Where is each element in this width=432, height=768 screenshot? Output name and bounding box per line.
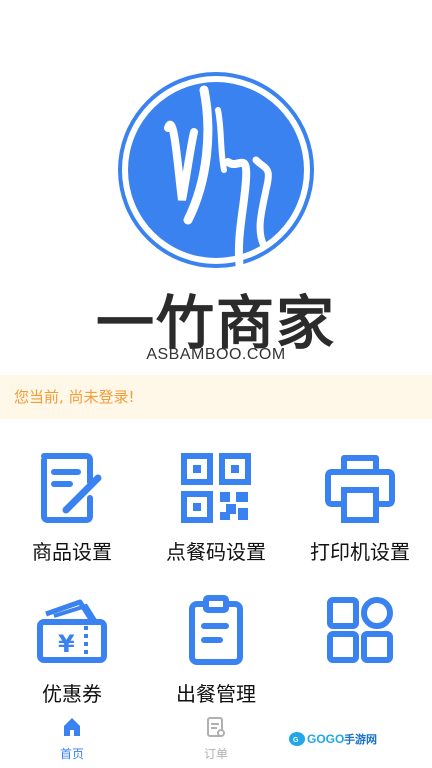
menu-label: 优惠券 (42, 682, 102, 706)
brand-domain: ASBAMBOO.COM (146, 346, 286, 363)
menu-label: 商品设置 (32, 540, 112, 564)
menu-item-order-qr-settings[interactable]: 点餐码设置 (144, 440, 288, 580)
menu-label: 打印机设置 (310, 540, 410, 564)
brand-logo-icon (118, 72, 314, 270)
order-list-icon (207, 717, 225, 737)
menu-label: 点餐码设置 (166, 540, 266, 564)
svg-text:GOGO: GOGO (307, 732, 344, 746)
edit-document-icon (41, 453, 102, 523)
menu-item-coupons[interactable]: ¥ 优惠券 (0, 582, 144, 722)
logo-area: 一竹商家 ASBAMBOO.COM (0, 0, 432, 375)
coupon-icon: ¥ (37, 599, 107, 663)
menu-item-meal-serving[interactable]: 出餐管理 (144, 582, 288, 722)
tab-orders[interactable]: 订单 (144, 710, 288, 768)
menu-item-more[interactable] (288, 582, 432, 722)
svg-text:手游网: 手游网 (344, 732, 377, 746)
tab-label: 订单 (203, 747, 228, 761)
gogo-watermark-logo: G GOGO 手游网 (289, 732, 377, 746)
menu-label: 出餐管理 (176, 682, 256, 706)
login-notice[interactable]: 您当前, 尚未登录! (0, 375, 432, 419)
svg-text:¥: ¥ (58, 630, 75, 658)
menu-item-product-settings[interactable]: 商品设置 (0, 440, 144, 580)
grid-apps-icon (327, 597, 393, 663)
clipboard-icon (189, 595, 243, 665)
menu-item-printer-settings[interactable]: 打印机设置 (288, 440, 432, 580)
svg-text:G: G (293, 737, 299, 744)
home-icon (64, 718, 80, 736)
qr-code-icon (181, 453, 251, 523)
printer-icon (325, 455, 395, 523)
tab-label: 首页 (59, 747, 84, 761)
tab-home[interactable]: 首页 (0, 710, 144, 768)
